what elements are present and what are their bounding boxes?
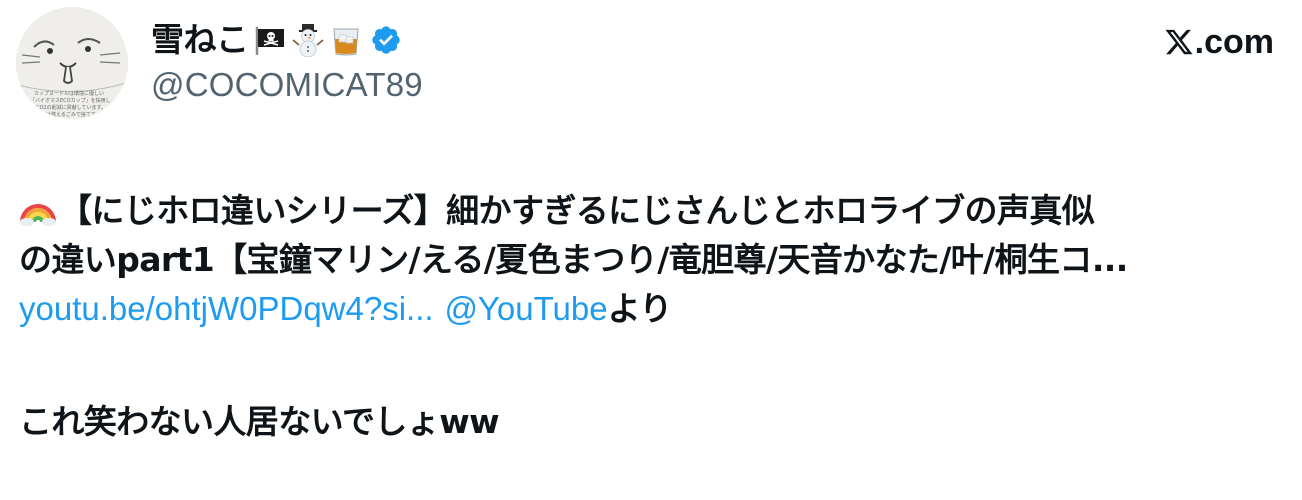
display-name[interactable]: 雪ねこ <box>151 18 249 62</box>
snowman-icon <box>291 23 325 57</box>
x-brand[interactable]: .com <box>1164 20 1274 64</box>
avatar-caption-2: 「バイオマスECOカップ」を採用し <box>30 97 111 104</box>
tweet-line-3: youtu.be/ohtjW0PDqw4?si... @YouTubeより <box>19 284 1281 333</box>
rainbow-icon <box>19 190 57 228</box>
brand-domain: .com <box>1194 22 1274 61</box>
x-logo-icon <box>1164 27 1194 57</box>
youtube-mention-link[interactable]: @YouTube <box>444 290 607 327</box>
pirate-flag-icon <box>253 23 287 57</box>
tweet-text: 【にじホロ違いシリーズ】細かすぎるにじさんじとホロライブの声真似 の違いpart… <box>19 186 1281 446</box>
avatar[interactable]: カップヌードルは環境に優しい 「バイオマスECOカップ」を採用し CO2の削減に… <box>16 7 128 119</box>
avatar-caption-1: カップヌードルは環境に優しい <box>34 90 104 97</box>
tweet-card: カップヌードルは環境に優しい 「バイオマスECOカップ」を採用し CO2の削減に… <box>0 0 1302 500</box>
tweet-line-2: の違いpart1【宝鐘マリン/える/夏色まつり/竜胆尊/天音かなた/叶/桐生コ.… <box>19 240 1128 279</box>
link-suffix: より <box>607 289 673 328</box>
whisky-glass-icon <box>329 23 363 57</box>
verified-badge-icon[interactable] <box>370 24 402 56</box>
user-handle[interactable]: @COCOMICAT89 <box>151 64 423 106</box>
youtube-link[interactable]: youtu.be/ohtjW0PDqw4?si... <box>19 290 434 327</box>
avatar-caption-3: CO2の削減に貢献しています。 <box>36 104 106 111</box>
tweet-line-1: 【にじホロ違いシリーズ】細かすぎるにじさんじとホロライブの声真似 <box>19 186 1281 235</box>
tweet-line-4: これ笑わない人居ないでしょww <box>19 402 500 441</box>
author-name-row[interactable]: 雪ねこ <box>151 18 402 62</box>
tweet-line-1-text: 【にじホロ違いシリーズ】細かすぎるにじさんじとホロライブの声真似 <box>59 191 1095 230</box>
avatar-caption-4: フタは燃えるごみで捨ててください <box>36 111 116 118</box>
